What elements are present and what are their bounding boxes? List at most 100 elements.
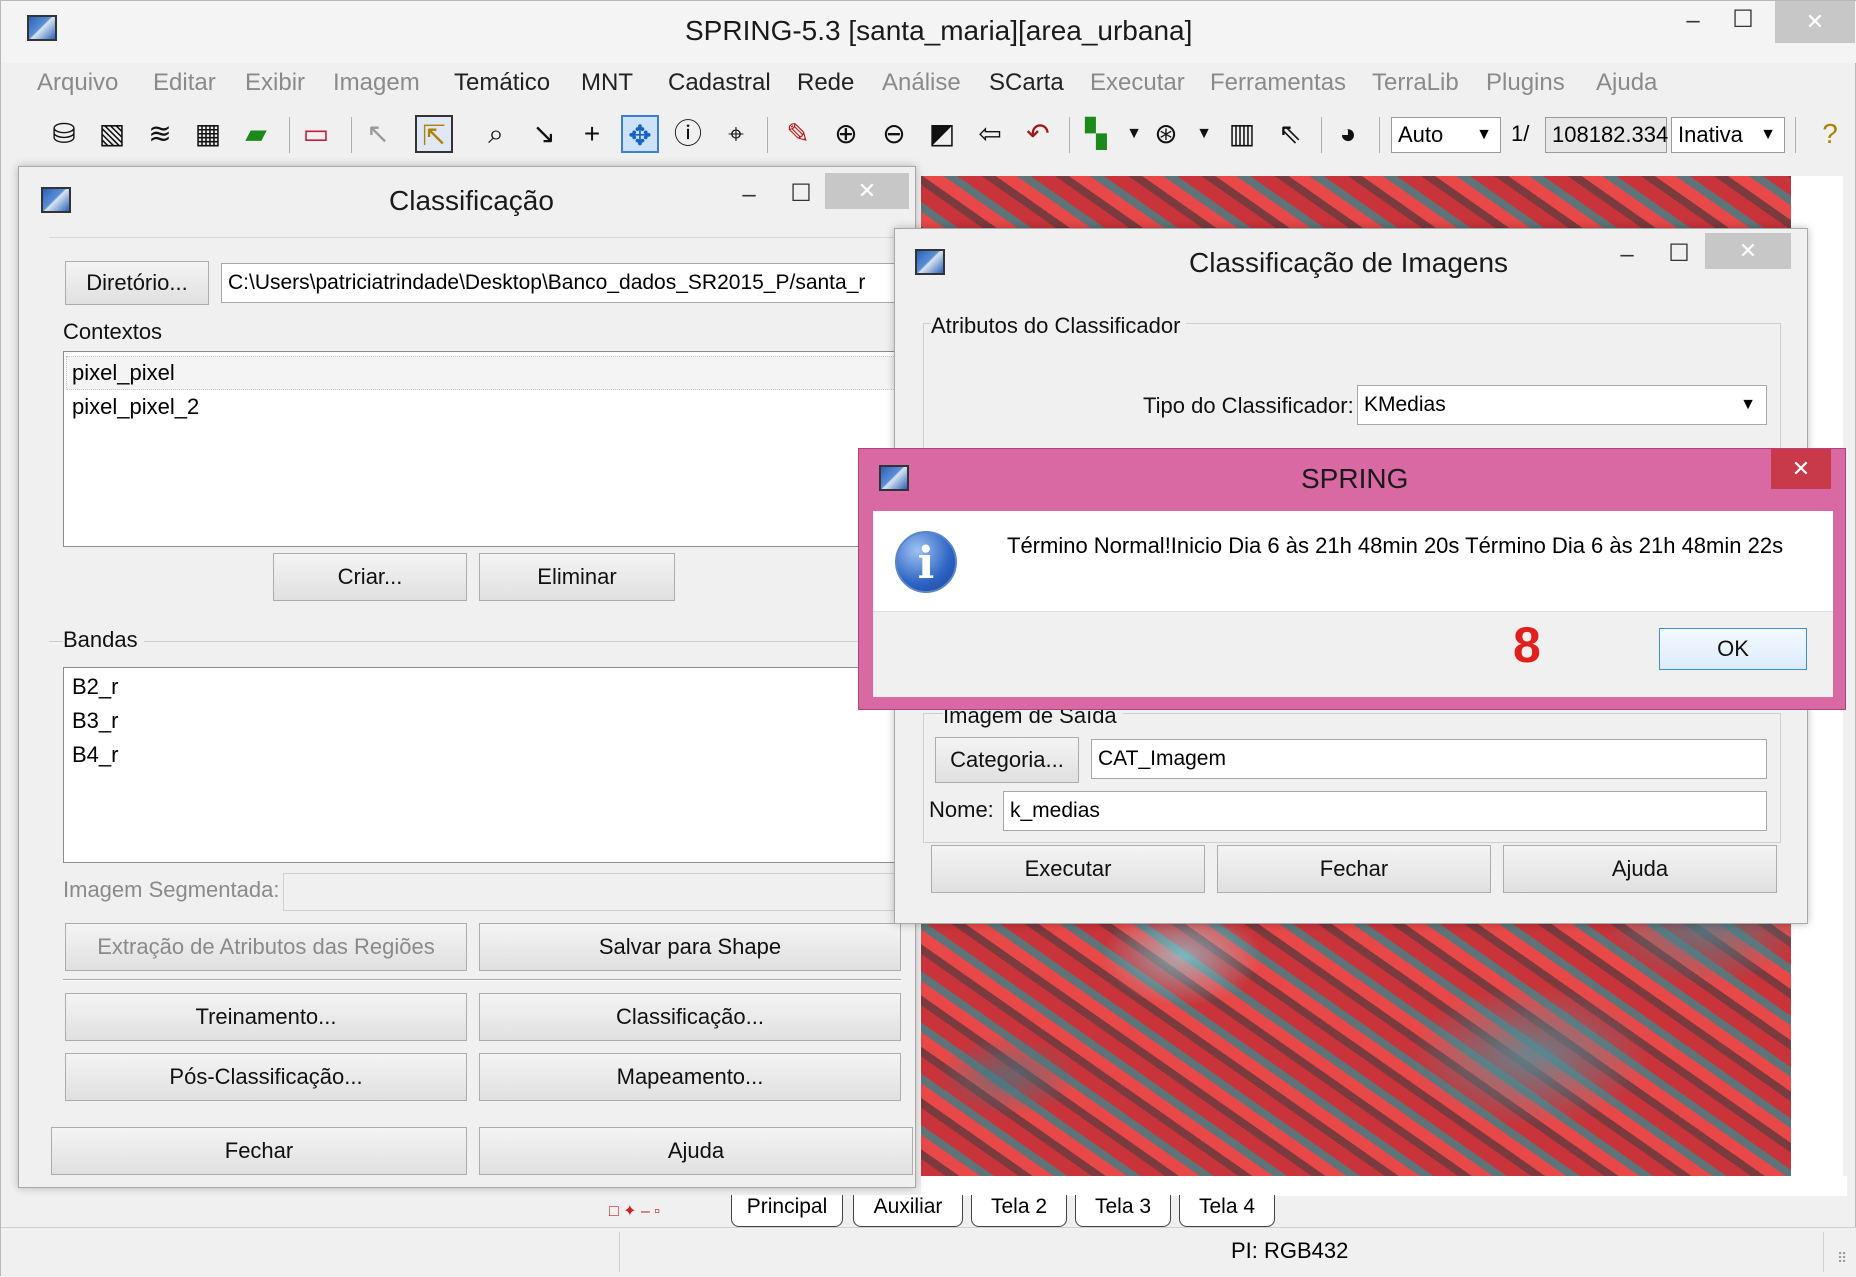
rectangle-icon[interactable]: ▭ [297,115,335,153]
main-toolbar: ⛁ ▧ ≋ ▦ ▰ ▭ ↖ ⇱ ⌕ ↘ + ✥ ⓘ ⌖ ✎ ⊕ ⊖ ◩ ⇦ ↶ … [1,107,1856,163]
ok-button[interactable]: OK [1659,628,1807,670]
maximize-button[interactable]: ☐ [1723,5,1763,41]
resize-grip-icon[interactable]: ⠿ [1837,1250,1847,1267]
scale-prefix: 1/ [1511,121,1530,146]
palette-icon[interactable]: ◕ [1329,115,1367,153]
grid-icon[interactable]: ▦ [189,115,227,153]
status-pi: PI: RGB432 [1231,1238,1349,1263]
database-icon[interactable]: ⛁ [45,115,83,153]
classificacao-imagens-close-button[interactable]: ✕ [1705,233,1791,269]
classificacao-imagens-fechar-button[interactable]: Fechar [1217,845,1491,893]
tab-auxiliar[interactable]: Auxiliar [853,1195,963,1227]
treinamento-button[interactable]: Treinamento... [65,993,467,1041]
imagem-segmentada-field[interactable] [283,873,901,911]
tab-tela-4[interactable]: Tela 4 [1179,1195,1275,1227]
chevron-down-icon: ▼ [1740,396,1756,413]
menu-ajuda[interactable]: Ajuda [1596,69,1657,97]
menu-exibir[interactable]: Exibir [245,69,305,97]
list-item[interactable]: B2_r [72,674,118,700]
pencil-icon[interactable]: ✎ [779,115,817,153]
arrow-down-right-icon[interactable]: ↘ [525,115,563,153]
zoom-scale-dropdown-icon[interactable]: ▼ [1185,115,1223,153]
layers-icon[interactable]: ▧ [93,115,131,153]
back-arrow-icon[interactable]: ⇦ [971,115,1009,153]
map-icon[interactable]: ▚ [1077,115,1115,153]
criar-button[interactable]: Criar... [273,553,467,601]
message-body: i Término Normal!Inicio Dia 6 às 21h 48m… [873,511,1833,697]
menu-tematico[interactable]: Temático [454,69,550,97]
classificacao-maximize-button[interactable]: ☐ [781,179,821,209]
polygon-icon[interactable]: ▰ [237,115,275,153]
list-item[interactable]: B4_r [72,742,118,768]
menu-arquivo[interactable]: Arquivo [37,69,118,97]
zoom-scale-icon[interactable]: ⊛ [1147,115,1185,153]
list-item[interactable]: pixel_pixel_2 [72,394,199,420]
menu-analise[interactable]: Análise [882,69,961,97]
diretorio-path-field[interactable]: C:\Users\patriciatrindade\Desktop\Banco_… [221,263,901,303]
classificacao-imagens-minimize-button[interactable]: – [1607,241,1647,271]
info-icon[interactable]: ⓘ [669,115,707,153]
bandas-list[interactable]: B2_r B3_r B4_r [63,667,901,863]
pan-icon[interactable]: ✥ [621,115,659,153]
plus-icon[interactable]: + [573,115,611,153]
categoria-field[interactable]: CAT_Imagem [1091,739,1767,779]
zoom-in-icon[interactable]: ⊕ [827,115,865,153]
menu-rede[interactable]: Rede [797,69,854,97]
extracao-atributos-button[interactable]: Extração de Atributos das Regiões [65,923,467,971]
list-item[interactable]: B3_r [72,708,118,734]
menu-ferramentas[interactable]: Ferramentas [1210,69,1346,97]
cursor-disabled-icon[interactable]: ↖ [359,115,397,153]
minimize-button[interactable]: – [1673,7,1713,43]
list-item[interactable]: pixel_pixel [72,360,175,386]
classificacao-imagens-ajuda-button[interactable]: Ajuda [1503,845,1777,893]
spring-message-close-button[interactable]: ✕ [1771,449,1831,489]
message-footer: 8 OK [873,611,1833,697]
menu-terralib[interactable]: TerraLib [1372,69,1459,97]
close-button[interactable]: ✕ [1775,1,1855,43]
pos-classificacao-button[interactable]: Pós-Classificação... [65,1053,467,1101]
menu-imagem[interactable]: Imagem [333,69,420,97]
classificacao-close-button[interactable]: ✕ [825,173,909,209]
zoom-mode-select[interactable]: Auto ▼ [1391,117,1501,153]
select-icon[interactable]: ⇖ [1271,115,1309,153]
magnifier-icon[interactable]: ⌕ [477,115,515,153]
classificacao-fechar-button[interactable]: Fechar [51,1127,467,1175]
classificacao-imagens-maximize-button[interactable]: ☐ [1659,239,1699,269]
salvar-shape-button[interactable]: Salvar para Shape [479,923,901,971]
menu-executar[interactable]: Executar [1090,69,1185,97]
tipo-classificador-select[interactable]: KMedias ▼ [1357,385,1767,425]
classificacao-run-button[interactable]: Classificação... [479,993,901,1041]
stack-icon[interactable]: ≋ [141,115,179,153]
eliminar-button[interactable]: Eliminar [479,553,675,601]
menu-cadastral[interactable]: Cadastral [668,69,771,97]
classificacao-title: Classificação [389,185,554,216]
tab-controls: □ ✦ – ▫ [609,1203,660,1220]
contextos-list[interactable]: pixel_pixel pixel_pixel_2 [63,351,901,547]
executar-button[interactable]: Executar [931,845,1205,893]
menu-scarta[interactable]: SCarta [989,69,1064,97]
scale-field[interactable]: 108182.334 [1545,117,1668,153]
tag-icon[interactable]: ⌖ [717,115,755,153]
tab-principal[interactable]: Principal [731,1195,843,1227]
window-title: SPRING-5.3 [santa_maria][area_urbana] [685,15,1193,46]
measure-icon[interactable]: ⇱ [415,115,453,153]
zoom-area-icon[interactable]: ◩ [923,115,961,153]
imagem-segmentada-label: Imagem Segmentada: [63,877,280,902]
classificacao-ajuda-button[interactable]: Ajuda [479,1127,913,1175]
tab-tela-2[interactable]: Tela 2 [971,1195,1067,1227]
nome-label: Nome: [929,797,994,822]
classificacao-minimize-button[interactable]: – [729,181,769,211]
menu-plugins[interactable]: Plugins [1486,69,1565,97]
tab-tela-3[interactable]: Tela 3 [1075,1195,1171,1227]
diretorio-button[interactable]: Diretório... [65,261,209,305]
help-icon[interactable]: ? [1811,115,1849,153]
zoom-out-icon[interactable]: ⊖ [875,115,913,153]
mapeamento-button[interactable]: Mapeamento... [479,1053,901,1101]
undo-icon[interactable]: ↶ [1019,115,1057,153]
nome-field[interactable]: k_medias [1003,791,1767,831]
table-icon[interactable]: ▥ [1223,115,1261,153]
status-mode-select[interactable]: Inativa ▼ [1671,117,1785,153]
categoria-button[interactable]: Categoria... [935,737,1079,783]
menu-mnt[interactable]: MNT [581,69,633,97]
menu-editar[interactable]: Editar [153,69,216,97]
